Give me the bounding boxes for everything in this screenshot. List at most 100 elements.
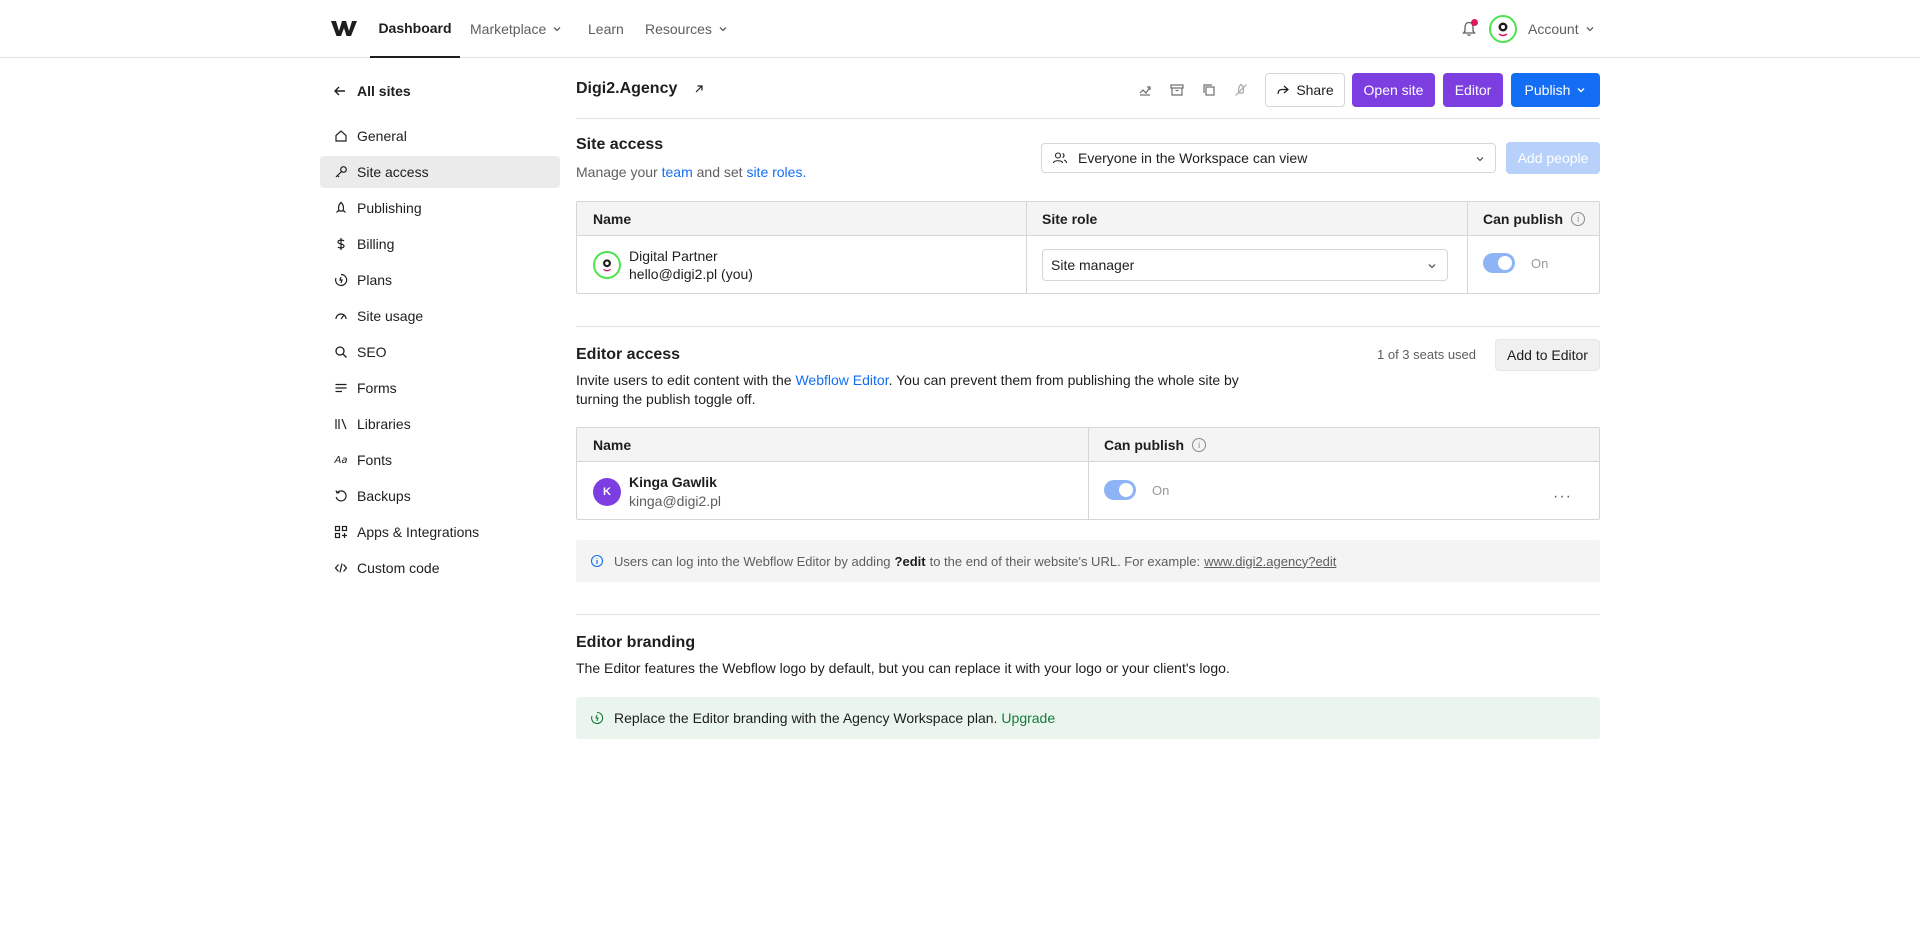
all-sites-link[interactable]: All sites: [333, 80, 411, 102]
sidebar-item-site-access[interactable]: Site access: [320, 156, 560, 188]
sidebar-item-general[interactable]: General: [320, 120, 560, 152]
note-text: to the end of their website's URL. For e…: [929, 553, 1201, 569]
note-code: ?edit: [894, 553, 926, 569]
upgrade-link[interactable]: Upgrade: [1001, 710, 1055, 726]
user-avatar: K: [593, 478, 621, 506]
sidebar-item-label: Site usage: [357, 308, 424, 324]
webflow-logo-icon[interactable]: [330, 17, 358, 39]
divider: [576, 326, 1600, 327]
workspace-access-select[interactable]: Everyone in the Workspace can view: [1041, 143, 1496, 173]
gauge-icon: [333, 308, 349, 324]
transfer-icon[interactable]: [1135, 80, 1155, 100]
sidebar-item-plans[interactable]: Plans: [320, 264, 560, 296]
column-header-label: Can publish: [1104, 437, 1185, 453]
divider: [576, 614, 1600, 615]
sidebar-item-billing[interactable]: Billing: [320, 228, 560, 260]
publish-label: Publish: [1524, 82, 1571, 98]
tab-learn[interactable]: Learn: [588, 0, 624, 58]
share-icon: [1277, 85, 1290, 95]
site-name: Digi2.Agency: [576, 80, 678, 97]
add-to-editor-button[interactable]: Add to Editor: [1495, 339, 1600, 371]
desc-text: turning the publish toggle off.: [576, 391, 756, 407]
desc-text: Manage your: [576, 164, 662, 180]
tab-marketplace[interactable]: Marketplace: [470, 0, 562, 58]
chevron-down-icon: [1577, 88, 1585, 93]
sidebar-item-label: Publishing: [357, 200, 422, 216]
tab-dashboard-label: Dashboard: [378, 20, 452, 36]
can-publish-toggle[interactable]: [1104, 480, 1136, 500]
share-label: Share: [1296, 82, 1334, 98]
editor-access-title: Editor access: [576, 346, 681, 363]
info-icon[interactable]: i: [1192, 438, 1207, 452]
libraries-icon: [333, 416, 349, 432]
home-icon: [333, 128, 349, 144]
tab-resources-label: Resources: [645, 21, 712, 37]
sidebar-item-seo[interactable]: SEO: [320, 336, 560, 368]
sidebar-item-label: General: [357, 128, 407, 144]
sidebar-item-label: Plans: [357, 272, 393, 288]
site-access-title: Site access: [576, 136, 664, 153]
site-roles-link[interactable]: site roles: [746, 164, 802, 180]
example-url-link[interactable]: www.digi2.agency?edit: [1204, 554, 1336, 569]
site-access-description: Manage your team and set site roles.: [576, 163, 806, 182]
column-divider: [1026, 202, 1027, 293]
column-divider: [1088, 428, 1089, 519]
info-icon[interactable]: i: [1571, 212, 1586, 226]
sidebar-item-apps-integrations[interactable]: Apps & Integrations: [320, 516, 560, 548]
tab-resources[interactable]: Resources: [645, 0, 728, 58]
sidebar-item-label: Forms: [357, 380, 397, 396]
can-publish-toggle[interactable]: [1483, 253, 1515, 273]
share-button[interactable]: Share: [1265, 73, 1345, 107]
desc-text: and set: [692, 164, 747, 180]
sidebar-item-site-usage[interactable]: Site usage: [320, 300, 560, 332]
account-avatar[interactable]: [1489, 15, 1517, 43]
sidebar-item-label: Site access: [357, 164, 429, 180]
notification-badge: [1471, 19, 1478, 26]
publish-button[interactable]: Publish: [1511, 73, 1600, 107]
site-access-table: Name Site role Can publish i Digital Par…: [576, 201, 1600, 294]
sidebar-item-fonts[interactable]: Aa Fonts: [320, 444, 560, 476]
can-publish-state: On: [1152, 483, 1170, 498]
avatar-glyph-icon: [1498, 22, 1508, 37]
duplicate-icon[interactable]: [1199, 80, 1219, 100]
member-email: hello@digi2.pl (you): [629, 266, 753, 282]
tab-dashboard[interactable]: Dashboard: [370, 0, 460, 58]
site-role-value: Site manager: [1051, 257, 1135, 273]
seats-used: 1 of 3 seats used: [1377, 347, 1477, 362]
sidebar-item-backups[interactable]: Backups: [320, 480, 560, 512]
site-title: Digi2.Agency: [576, 80, 705, 98]
site-role-select[interactable]: Site manager: [1042, 249, 1448, 281]
add-people-button[interactable]: Add people: [1506, 142, 1600, 174]
column-header-can-publish: Can publish i: [1467, 202, 1586, 236]
sidebar-item-libraries[interactable]: Libraries: [320, 408, 560, 440]
editor-button[interactable]: Editor: [1443, 73, 1503, 107]
column-header-name: Name: [593, 211, 632, 227]
chevron-down-icon: [553, 27, 561, 32]
column-header-can-publish: Can publish i: [1088, 428, 1207, 462]
open-site-button[interactable]: Open site: [1352, 73, 1435, 107]
user-email: kinga@digi2.pl: [629, 493, 722, 509]
unpublish-icon[interactable]: [1231, 80, 1251, 100]
webflow-editor-link[interactable]: Webflow Editor: [795, 372, 888, 388]
account-menu[interactable]: Account: [1528, 0, 1595, 58]
editor-label: Editor: [1454, 82, 1492, 98]
more-options-button[interactable]: ···: [1553, 488, 1572, 506]
sidebar-item-label: Libraries: [357, 416, 411, 432]
can-publish-state: On: [1531, 256, 1549, 271]
user-name: Kinga Gawlik: [629, 474, 717, 490]
info-icon: [590, 554, 604, 568]
key-icon: [333, 164, 349, 180]
sidebar-item-custom-code[interactable]: Custom code: [320, 552, 560, 584]
editor-login-note: Users can log into the Webflow Editor by…: [576, 540, 1600, 582]
users-icon: [1052, 152, 1068, 164]
team-link[interactable]: team: [662, 164, 693, 180]
archive-icon[interactable]: [1167, 80, 1187, 100]
all-sites-label: All sites: [357, 83, 411, 99]
column-header-name: Name: [593, 437, 632, 453]
external-link-icon[interactable]: [693, 83, 705, 95]
avatar-glyph-icon: [603, 259, 611, 272]
tab-learn-label: Learn: [588, 21, 624, 37]
sidebar-item-publishing[interactable]: Publishing: [320, 192, 560, 224]
sidebar-item-forms[interactable]: Forms: [320, 372, 560, 404]
branding-upgrade-note: Replace the Editor branding with the Age…: [576, 697, 1600, 739]
